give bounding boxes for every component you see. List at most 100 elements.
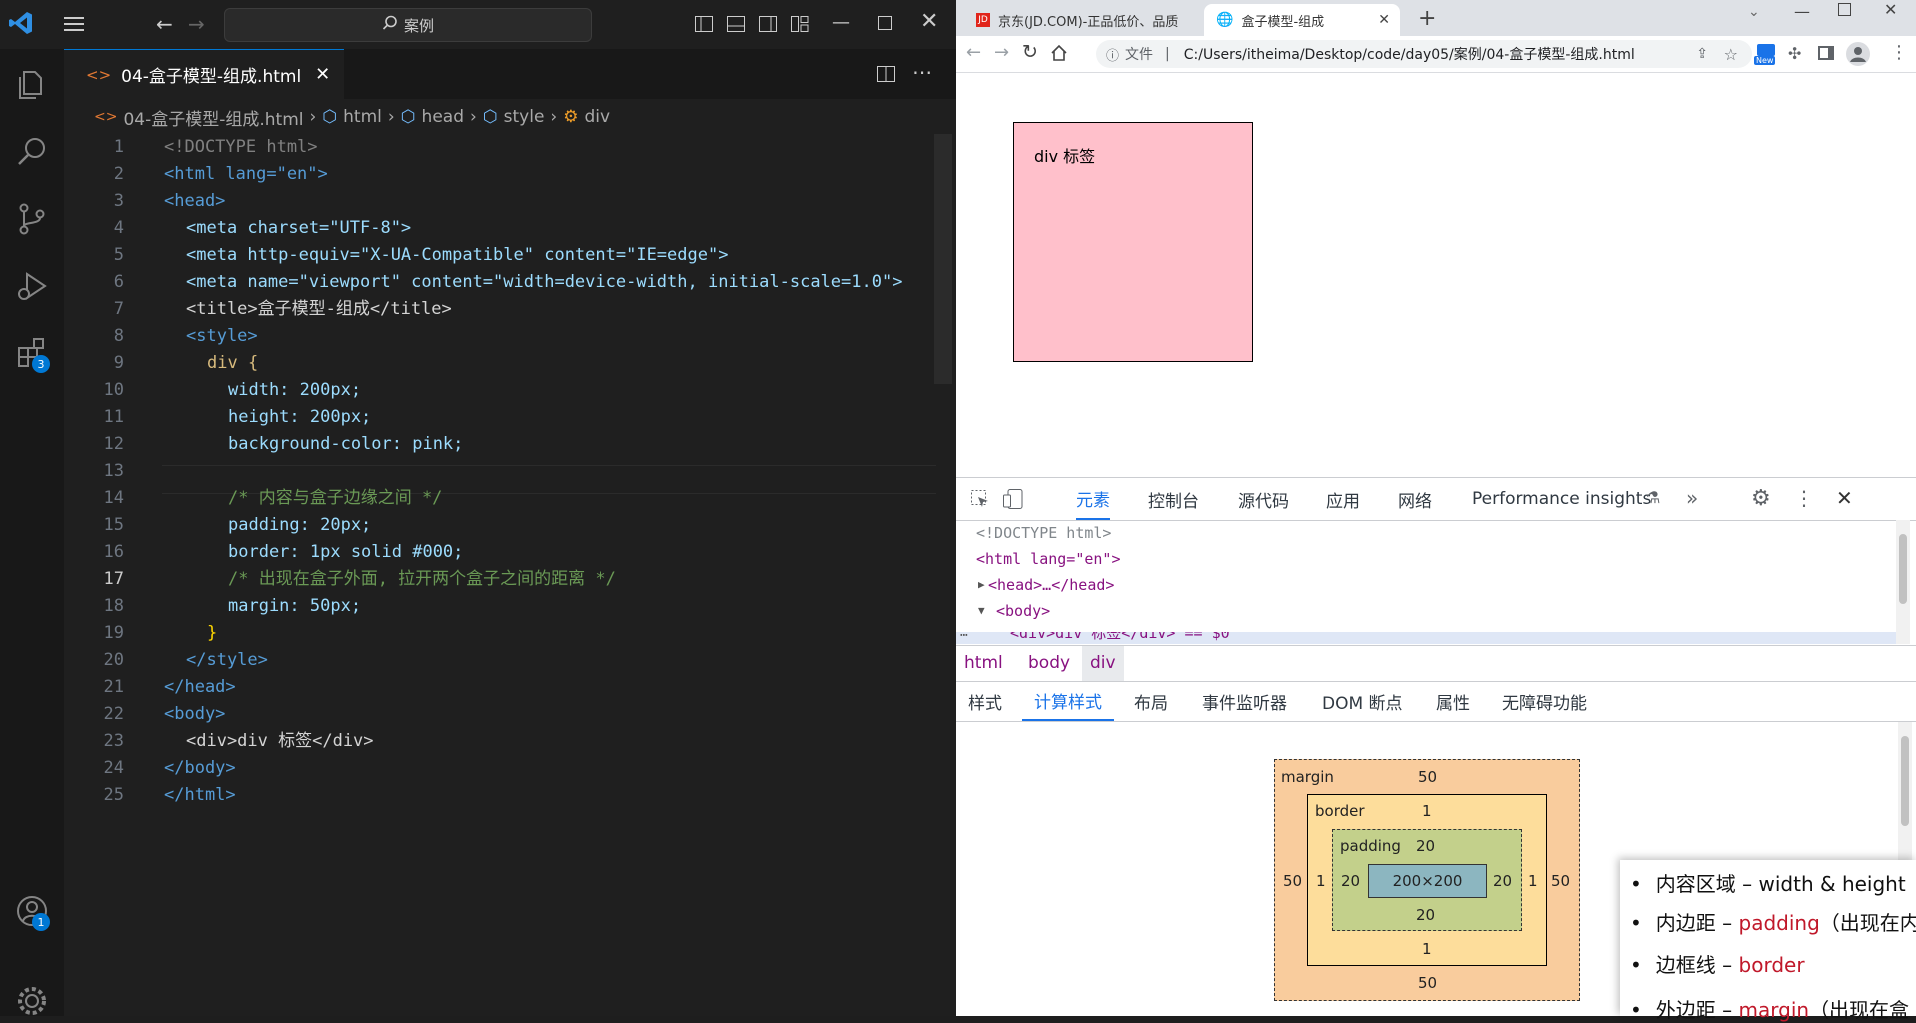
minimize-icon[interactable]: — (832, 12, 850, 33)
more-tabs-icon[interactable]: » (1686, 486, 1698, 510)
menu-icon[interactable] (62, 14, 86, 34)
bookmark-star-icon[interactable]: ☆ (1724, 45, 1738, 64)
subtab-accessibility[interactable]: 无障碍功能 (1502, 681, 1587, 721)
breadcrumb-item[interactable]: style (504, 107, 545, 127)
manage-gear-icon[interactable] (10, 979, 54, 1023)
padding-top-value[interactable]: 20 (1416, 837, 1435, 855)
profile-avatar-icon[interactable] (1846, 42, 1870, 66)
new-tab-icon[interactable]: + (1418, 6, 1436, 31)
split-editor-icon[interactable] (876, 64, 896, 84)
subtab-styles[interactable]: 样式 (968, 681, 1002, 721)
close-window-icon[interactable]: ✕ (1884, 0, 1897, 19)
crumb-body[interactable]: body (1028, 653, 1070, 673)
customize-menu-icon[interactable]: ⋮ (1794, 486, 1814, 510)
box-model-content[interactable]: 200×200 (1368, 864, 1487, 898)
subtab-layout[interactable]: 布局 (1134, 681, 1168, 721)
inspect-element-icon[interactable] (970, 489, 990, 509)
crumb-div[interactable]: div (1082, 646, 1124, 681)
dom-doctype[interactable]: <!DOCTYPE html> (976, 520, 1111, 546)
margin-top-value[interactable]: 50 (1418, 768, 1437, 786)
breadcrumb-item[interactable]: 04-盒子模型-组成.html (123, 105, 303, 130)
chevron-right-icon: › (309, 107, 317, 127)
border-top-value[interactable]: 1 (1422, 802, 1432, 820)
maximize-icon[interactable] (1838, 3, 1851, 16)
accounts-icon[interactable]: 1 (10, 889, 54, 933)
margin-right-value[interactable]: 50 (1551, 872, 1570, 890)
line-number: 22 (103, 704, 124, 724)
home-icon[interactable] (1050, 44, 1068, 62)
maximize-icon[interactable] (878, 16, 892, 30)
more-actions-icon[interactable]: ⋯ (912, 60, 932, 84)
border-bottom-value[interactable]: 1 (1422, 940, 1432, 958)
close-devtools-icon[interactable]: ✕ (1836, 486, 1853, 510)
breadcrumb-item[interactable]: head (422, 107, 464, 127)
expand-triangle-icon[interactable]: ▶ (978, 572, 985, 598)
browser-tab-title: 京东(JD.COM)-正品低价、品质 (998, 14, 1179, 30)
dom-html[interactable]: <html lang="en"> (976, 546, 1121, 572)
customize-layout-icon[interactable] (790, 14, 810, 34)
crumb-html[interactable]: html (964, 653, 1003, 673)
address-bar[interactable]: ⓘ 文件 | C:/Users/itheima/Desktop/code/day… (1096, 40, 1752, 68)
subtab-properties[interactable]: 属性 (1436, 681, 1470, 721)
collapse-triangle-icon[interactable]: ▼ (978, 598, 985, 624)
dom-more-icon[interactable]: ⋯ (960, 628, 968, 643)
extensions-puzzle-icon[interactable]: ✣ (1788, 44, 1801, 63)
close-tab-icon[interactable]: ✕ (1378, 12, 1390, 28)
browser-tab-jd[interactable]: JD 京东(JD.COM)-正品低价、品质 (964, 4, 1184, 36)
toggle-panel-icon[interactable] (726, 14, 746, 34)
run-debug-icon[interactable] (10, 264, 54, 308)
dom-selected-row[interactable]: <div>div 标签</div> == $0 (956, 632, 1896, 644)
dom-scrollbar[interactable] (1896, 520, 1910, 644)
chrome-menu-icon[interactable]: ⋮ (1890, 42, 1908, 63)
toggle-primary-sidebar-icon[interactable] (694, 14, 714, 34)
side-panel-icon[interactable] (1818, 46, 1834, 60)
share-icon[interactable]: ⇪ (1696, 46, 1708, 62)
tab-application[interactable]: 应用 (1326, 478, 1360, 520)
code-editor[interactable]: 1 <!DOCTYPE html> 2 <html lang="en"> 3 <hea… (64, 134, 936, 834)
subtab-computed[interactable]: 计算样式 (1022, 681, 1114, 721)
subtab-event-listeners[interactable]: 事件监听器 (1202, 681, 1287, 721)
explorer-icon[interactable] (10, 63, 54, 107)
line-number: 20 (103, 650, 124, 670)
source-control-icon[interactable] (10, 197, 54, 241)
padding-left-value[interactable]: 20 (1341, 872, 1360, 890)
padding-right-value[interactable]: 20 (1493, 872, 1512, 890)
margin-left-value[interactable]: 50 (1283, 872, 1302, 890)
forward-arrow-icon[interactable]: → (188, 12, 210, 36)
dom-body[interactable]: <body> (996, 598, 1050, 624)
tab-performance-insights[interactable]: Performance insights (1472, 478, 1651, 520)
breadcrumb-item[interactable]: div (584, 107, 610, 127)
editor-scrollbar[interactable] (934, 134, 952, 384)
tab-sources[interactable]: 源代码 (1238, 478, 1289, 520)
minimize-icon[interactable]: — (1794, 2, 1810, 21)
elements-dom-tree[interactable]: <!DOCTYPE html> <html lang="en"> <head>…… (956, 520, 1916, 644)
forward-arrow-icon[interactable]: → (994, 42, 1009, 63)
tab-elements[interactable]: 元素 (1076, 478, 1110, 520)
border-left-value[interactable]: 1 (1316, 872, 1326, 890)
border-right-value[interactable]: 1 (1528, 872, 1538, 890)
reload-icon[interactable]: ↻ (1022, 41, 1038, 63)
editor-tab-active[interactable]: <> 04-盒子模型-组成.html ✕ (64, 49, 344, 99)
search-sidebar-icon[interactable] (10, 130, 54, 174)
rendered-div-box[interactable]: div 标签 (1013, 122, 1253, 362)
back-arrow-icon[interactable]: ← (156, 12, 178, 36)
back-arrow-icon[interactable]: ← (966, 42, 981, 63)
device-toolbar-icon[interactable] (1002, 488, 1024, 510)
close-window-icon[interactable]: ✕ (920, 9, 938, 34)
padding-bottom-value[interactable]: 20 (1416, 906, 1435, 924)
breadcrumb-item[interactable]: html (343, 107, 382, 127)
tab-search-icon[interactable]: ⌄ (1748, 4, 1760, 20)
dom-head[interactable]: <head>…</head> (988, 572, 1114, 598)
tab-network[interactable]: 网络 (1398, 478, 1432, 520)
toggle-secondary-sidebar-icon[interactable] (758, 14, 778, 34)
extensions-icon[interactable]: 3 (10, 331, 54, 375)
close-tab-icon[interactable]: ✕ (315, 64, 330, 85)
command-center-search[interactable]: 案例 (224, 8, 592, 42)
tab-console[interactable]: 控制台 (1148, 478, 1199, 520)
new-feature-icon[interactable]: New (1754, 42, 1780, 68)
settings-gear-icon[interactable]: ⚙ (1751, 486, 1771, 511)
margin-bottom-value[interactable]: 50 (1418, 974, 1437, 992)
code-line-2: <html lang="en"> (164, 164, 328, 184)
subtab-dom-breakpoints[interactable]: DOM 断点 (1322, 681, 1403, 721)
browser-tab-active[interactable]: 🌐 盒子模型-组成 ✕ (1204, 4, 1400, 36)
